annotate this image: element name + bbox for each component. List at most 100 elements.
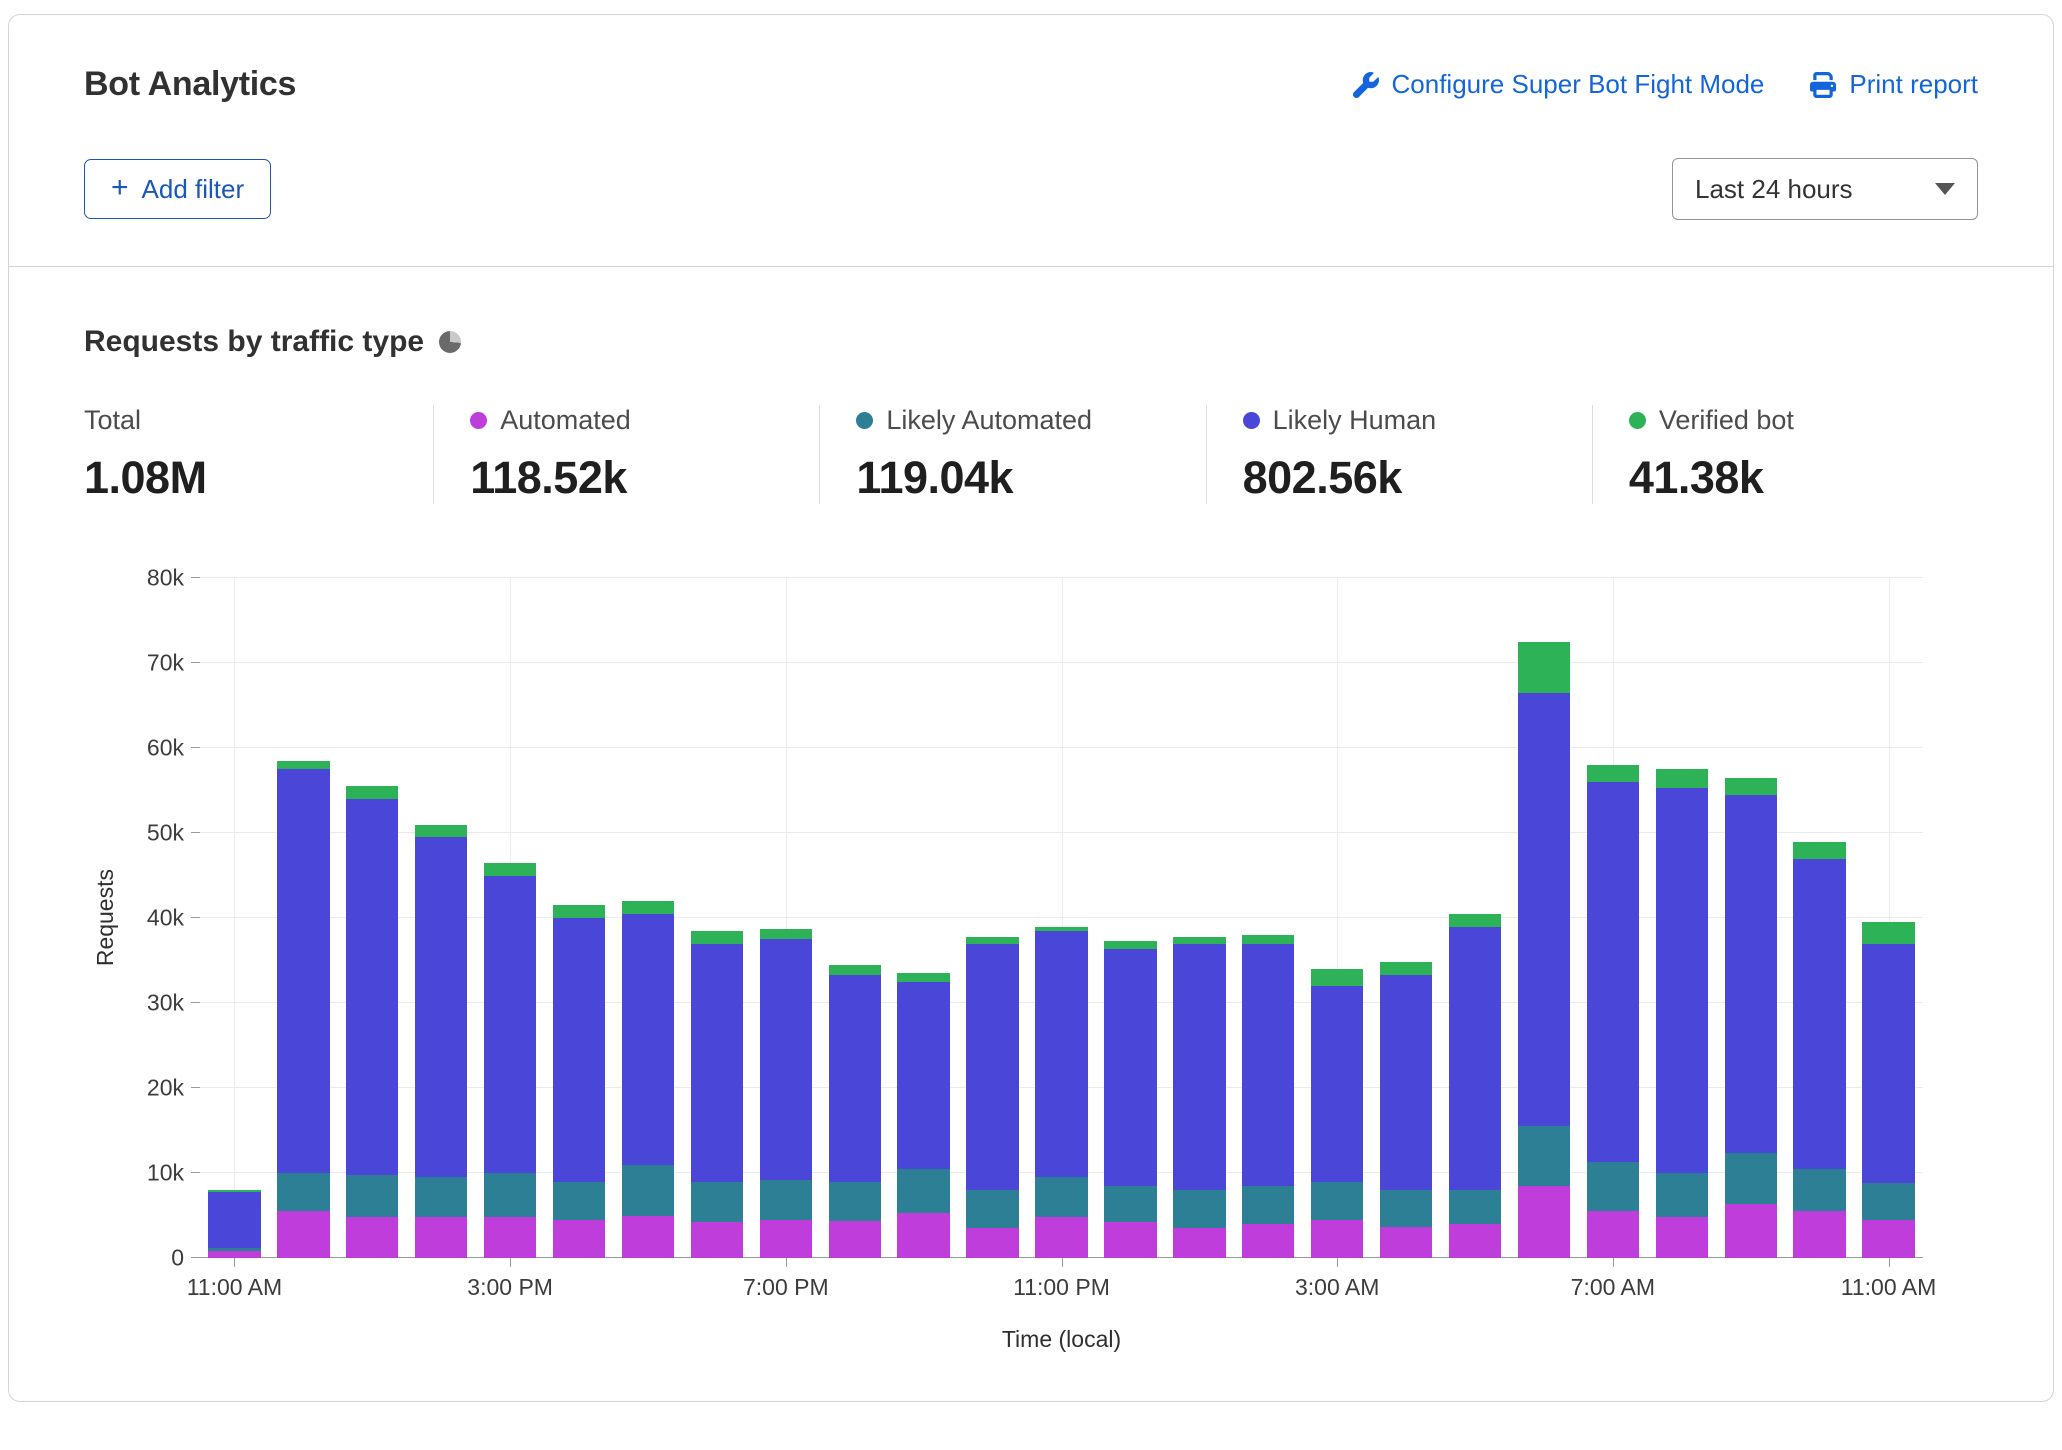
bar-segment-automated	[1242, 1224, 1294, 1258]
bar-segment-automated	[1587, 1211, 1639, 1258]
likely-automated-legend-dot	[856, 412, 873, 429]
traffic-type-stats: Total 1.08M Automated 118.52k Likely Aut…	[84, 405, 1978, 504]
y-axis-labels: 010k20k30k40k50k60k70k80k	[126, 578, 200, 1258]
configure-link-label: Configure Super Bot Fight Mode	[1392, 69, 1765, 100]
bar-segment-likely-automated	[622, 1165, 674, 1216]
bar-segment-likely-human	[966, 944, 1018, 1191]
bar-segment-automated	[484, 1217, 536, 1258]
bar-segment-likely-automated	[1587, 1162, 1639, 1211]
bar-segment-likely-automated	[1449, 1190, 1501, 1224]
add-filter-button[interactable]: + Add filter	[84, 159, 271, 219]
bar-segment-verified-bot	[1449, 914, 1501, 927]
bar-segment-automated	[1518, 1186, 1570, 1258]
bar-segment-likely-human	[277, 769, 329, 1173]
stat-automated[interactable]: Automated 118.52k	[433, 405, 819, 504]
page-title: Bot Analytics	[84, 65, 296, 104]
x-tick-label: 3:00 PM	[467, 1274, 553, 1301]
stacked-bar	[277, 578, 329, 1258]
y-tick-label: 20k	[147, 1075, 184, 1102]
bar-segment-likely-automated	[1862, 1183, 1914, 1220]
bar-segment-likely-automated	[760, 1180, 812, 1220]
bar-segment-likely-automated	[1725, 1153, 1777, 1204]
stacked-bar	[553, 578, 605, 1258]
stacked-bar	[1793, 578, 1845, 1258]
bar-segment-likely-automated	[1242, 1186, 1294, 1224]
bar-segment-automated	[1311, 1220, 1363, 1258]
stacked-bar	[1725, 578, 1777, 1258]
bar-segment-automated	[760, 1220, 812, 1258]
bar-segment-automated	[691, 1222, 743, 1258]
stacked-bar	[208, 578, 260, 1258]
bar-segment-verified-bot	[691, 931, 743, 944]
bar-segment-automated	[208, 1251, 260, 1258]
bar-segment-verified-bot	[1656, 769, 1708, 788]
chart-plot: 11:00 AM3:00 PM7:00 PM11:00 PM3:00 AM7:0…	[200, 578, 1923, 1258]
bar-segment-automated	[622, 1216, 674, 1259]
plus-icon: +	[111, 173, 129, 203]
bar-segment-likely-human	[1104, 949, 1156, 1185]
bar-segment-automated	[1725, 1204, 1777, 1258]
stat-value: 118.52k	[470, 452, 801, 504]
x-axis-title: Time (local)	[84, 1326, 1923, 1353]
bar-segment-automated	[277, 1211, 329, 1258]
bar-segment-likely-human	[622, 914, 674, 1165]
x-tick-label: 11:00 AM	[1841, 1274, 1936, 1301]
bar-segment-verified-bot	[1518, 642, 1570, 693]
bar-segment-likely-human	[1518, 693, 1570, 1127]
card-header: Bot Analytics Configure Super Bot Fight …	[9, 15, 2053, 266]
stacked-bar	[1449, 578, 1501, 1258]
stacked-bar	[1518, 578, 1570, 1258]
bar-segment-verified-bot	[760, 929, 812, 939]
stacked-bar	[1173, 578, 1225, 1258]
print-report-link[interactable]: Print report	[1810, 69, 1978, 100]
stat-value: 802.56k	[1243, 452, 1574, 504]
bar-segment-verified-bot	[553, 905, 605, 918]
bar-segment-automated	[1656, 1217, 1708, 1258]
y-tick-label: 0	[171, 1245, 184, 1272]
likely-human-legend-dot	[1243, 412, 1260, 429]
bar-segment-verified-bot	[1104, 941, 1156, 950]
stat-total[interactable]: Total 1.08M	[84, 405, 433, 504]
bar-segment-verified-bot	[1862, 922, 1914, 943]
stat-value: 41.38k	[1629, 452, 1960, 504]
stacked-bar	[415, 578, 467, 1258]
automated-legend-dot	[470, 412, 487, 429]
time-range-select[interactable]: Last 24 hours	[1672, 158, 1978, 220]
bar-segment-likely-automated	[1793, 1169, 1845, 1212]
stat-likely-human[interactable]: Likely Human 802.56k	[1206, 405, 1592, 504]
stacked-bar	[1311, 578, 1363, 1258]
bar-segment-likely-human	[1793, 859, 1845, 1169]
bar-segment-likely-automated	[1380, 1190, 1432, 1227]
bar-segment-automated	[553, 1220, 605, 1258]
bar-segment-likely-human	[1380, 975, 1432, 1190]
stacked-bar	[691, 578, 743, 1258]
bar-segment-verified-bot	[1380, 962, 1432, 975]
pie-chart-icon	[439, 331, 461, 353]
bar-segment-likely-human	[829, 975, 881, 1182]
bar-segment-likely-human	[1862, 944, 1914, 1184]
chevron-down-icon	[1935, 183, 1955, 195]
bar-segment-verified-bot	[277, 761, 329, 770]
bar-segment-verified-bot	[829, 965, 881, 975]
configure-super-bot-fight-mode-link[interactable]: Configure Super Bot Fight Mode	[1353, 69, 1765, 100]
stacked-bar	[1656, 578, 1708, 1258]
y-tick-label: 60k	[147, 735, 184, 762]
x-tick-label: 7:00 AM	[1571, 1274, 1655, 1301]
bar-segment-automated	[346, 1217, 398, 1258]
bar-segment-likely-automated	[1656, 1173, 1708, 1217]
bar-segment-likely-human	[346, 799, 398, 1175]
bar-segment-verified-bot	[346, 786, 398, 799]
add-filter-label: Add filter	[142, 174, 245, 205]
stat-label: Verified bot	[1659, 405, 1794, 436]
bar-segment-automated	[1862, 1220, 1914, 1258]
bar-segment-likely-automated	[691, 1182, 743, 1223]
stat-verified-bot[interactable]: Verified bot 41.38k	[1592, 405, 1978, 504]
bar-segment-automated	[897, 1213, 949, 1258]
bar-segment-verified-bot	[622, 901, 674, 914]
x-tick-label: 11:00 AM	[187, 1274, 282, 1301]
stat-likely-automated[interactable]: Likely Automated 119.04k	[819, 405, 1205, 504]
wrench-icon	[1353, 72, 1379, 98]
bar-segment-likely-human	[1242, 944, 1294, 1186]
y-tick-label: 50k	[147, 820, 184, 847]
bar-segment-likely-automated	[277, 1173, 329, 1211]
